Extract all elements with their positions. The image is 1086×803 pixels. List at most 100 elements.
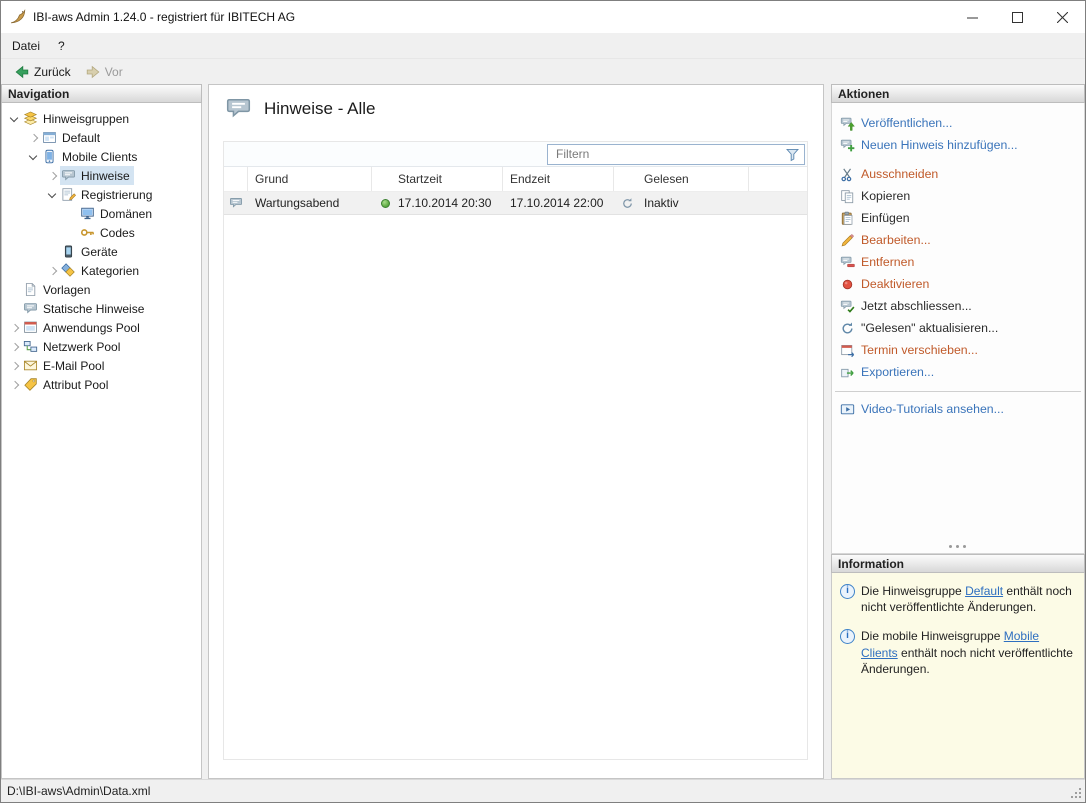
sidebar-item-label: Default — [62, 131, 100, 145]
menu-datei[interactable]: Datei — [3, 36, 49, 56]
chevron-down-icon[interactable] — [27, 149, 41, 165]
refresh-icon — [840, 321, 855, 336]
forward-button[interactable]: Vor — [78, 62, 130, 82]
table-row[interactable]: Wartungsabend 17.10.2014 20:30 17.10.201… — [224, 192, 807, 215]
action-einfuegen[interactable]: Einfügen — [832, 207, 1084, 229]
network-pool-icon — [23, 339, 38, 354]
export-icon — [840, 365, 855, 380]
sidebar-item-attribut-pool[interactable]: Attribut Pool — [2, 375, 201, 394]
chevron-right-icon[interactable] — [46, 168, 60, 184]
action-label: Neuen Hinweis hinzufügen... — [861, 138, 1018, 152]
maximize-button[interactable] — [995, 1, 1040, 33]
minimize-button[interactable] — [950, 1, 995, 33]
back-button[interactable]: Zurück — [7, 62, 78, 82]
filter-funnel-icon[interactable] — [785, 147, 800, 162]
reschedule-icon — [840, 343, 855, 358]
app-window: IBI-aws Admin 1.24.0 - registriert für I… — [0, 0, 1086, 803]
gelesen-value: Inaktiv — [644, 196, 679, 210]
close-button[interactable] — [1040, 1, 1085, 33]
info-note-text: Die mobile Hinweisgruppe Mobile Clients … — [861, 628, 1076, 677]
column-header-endzeit[interactable]: Endzeit — [503, 167, 614, 191]
app-icon — [9, 8, 27, 26]
categories-icon — [61, 263, 76, 278]
sidebar-item-label: E-Mail Pool — [43, 359, 104, 373]
action-exportieren[interactable]: Exportieren... — [832, 361, 1084, 383]
hint-bubble-icon — [225, 95, 252, 122]
hint-groups-icon — [23, 111, 38, 126]
sidebar-item-mobile-clients[interactable]: Mobile Clients — [2, 147, 201, 166]
action-deaktivieren[interactable]: Deaktivieren — [832, 273, 1084, 295]
sidebar-item-label: Vorlagen — [43, 283, 90, 297]
action-termin-verschieben[interactable]: Termin verschieben... — [832, 339, 1084, 361]
action-label: Jetzt abschliessen... — [861, 299, 972, 313]
menu-help[interactable]: ? — [49, 36, 74, 56]
action-entfernen[interactable]: Entfernen — [832, 251, 1084, 273]
chevron-down-icon[interactable] — [8, 111, 22, 127]
action-ausschneiden[interactable]: Ausschneiden — [832, 163, 1084, 185]
sidebar-item-default[interactable]: Default — [2, 128, 201, 147]
static-hints-icon — [23, 301, 38, 316]
action-bearbeiten[interactable]: Bearbeiten... — [832, 229, 1084, 251]
chevron-right-icon[interactable] — [8, 358, 22, 374]
sidebar-item-hinweise[interactable]: Hinweise — [2, 166, 201, 185]
sidebar-item-netzwerk-pool[interactable]: Netzwerk Pool — [2, 337, 201, 356]
cell-endzeit: 17.10.2014 22:00 — [503, 192, 614, 214]
sidebar-item-label: Statische Hinweise — [43, 302, 144, 316]
actions-list: Veröffentlichen... Neuen Hinweis hinzufü… — [831, 103, 1085, 554]
action-label: Bearbeiten... — [861, 233, 931, 247]
action-kopieren[interactable]: Kopieren — [832, 185, 1084, 207]
action-label: Ausschneiden — [861, 167, 938, 181]
finish-icon — [840, 299, 855, 314]
sidebar-item-codes[interactable]: Codes — [2, 223, 201, 242]
cell-startzeit: 17.10.2014 20:30 — [372, 192, 503, 214]
note-prefix: Die Hinweisgruppe — [861, 584, 965, 598]
sidebar-item-label: Codes — [100, 226, 135, 240]
action-jetzt-abschliessen[interactable]: Jetzt abschliessen... — [832, 295, 1084, 317]
remove-icon — [840, 255, 855, 270]
hint-group-icon — [42, 130, 57, 145]
sidebar-item-domaenen[interactable]: Domänen — [2, 204, 201, 223]
email-pool-icon — [23, 358, 38, 373]
sidebar-item-label: Domänen — [100, 207, 152, 221]
note-link-default[interactable]: Default — [965, 584, 1003, 598]
action-gelesen-aktualisieren[interactable]: "Gelesen" aktualisieren... — [832, 317, 1084, 339]
sidebar-item-email-pool[interactable]: E-Mail Pool — [2, 356, 201, 375]
sidebar-item-hinweisgruppen[interactable]: Hinweisgruppen — [2, 109, 201, 128]
chevron-down-icon[interactable] — [46, 187, 60, 203]
sidebar-item-registrierung[interactable]: Registrierung — [2, 185, 201, 204]
edit-icon — [840, 233, 855, 248]
column-header-grund[interactable]: Grund — [248, 167, 372, 191]
forward-label: Vor — [105, 65, 123, 79]
resize-grip[interactable] — [1079, 788, 1081, 790]
sidebar-item-label: Registrierung — [81, 188, 152, 202]
sidebar-item-vorlagen[interactable]: Vorlagen — [2, 280, 201, 299]
column-header-gelesen[interactable]: Gelesen — [614, 167, 749, 191]
cell-grund: Wartungsabend — [248, 192, 372, 214]
content-panel: Hinweise - Alle Grund Startzeit Endzeit … — [208, 84, 824, 779]
action-neuen-hinweis-hinzufuegen[interactable]: Neuen Hinweis hinzufügen... — [832, 134, 1084, 156]
cell-gelesen: Inaktiv — [614, 192, 749, 214]
chevron-right-icon[interactable] — [27, 130, 41, 146]
sidebar-item-label: Attribut Pool — [43, 378, 108, 392]
column-header-startzeit[interactable]: Startzeit — [372, 167, 503, 191]
sidebar-item-statische-hinweise[interactable]: Statische Hinweise — [2, 299, 201, 318]
hints-list: Grund Startzeit Endzeit Gelesen Wartungs… — [223, 141, 808, 760]
filter-field — [547, 144, 805, 165]
filter-input[interactable] — [547, 144, 805, 165]
sidebar-item-geraete[interactable]: Geräte — [2, 242, 201, 261]
sidebar-item-kategorien[interactable]: Kategorien — [2, 261, 201, 280]
action-label: Exportieren... — [861, 365, 934, 379]
startzeit-value: 17.10.2014 20:30 — [398, 196, 491, 210]
sidebar-item-anwendungs-pool[interactable]: Anwendungs Pool — [2, 318, 201, 337]
column-header-icon[interactable] — [224, 167, 248, 191]
navigation-tree: Hinweisgruppen Default Mobile Clients Hi… — [1, 103, 202, 779]
chevron-right-icon[interactable] — [8, 320, 22, 336]
info-note: Die mobile Hinweisgruppe Mobile Clients … — [840, 628, 1076, 677]
chevron-right-icon[interactable] — [8, 339, 22, 355]
action-veroeffentlichen[interactable]: Veröffentlichen... — [832, 112, 1084, 134]
chevron-right-icon[interactable] — [8, 377, 22, 393]
action-video-tutorials[interactable]: Video-Tutorials ansehen... — [832, 398, 1084, 420]
panel-splitter-handle[interactable] — [949, 545, 952, 548]
chevron-right-icon[interactable] — [46, 263, 60, 279]
minimize-icon — [967, 12, 978, 23]
